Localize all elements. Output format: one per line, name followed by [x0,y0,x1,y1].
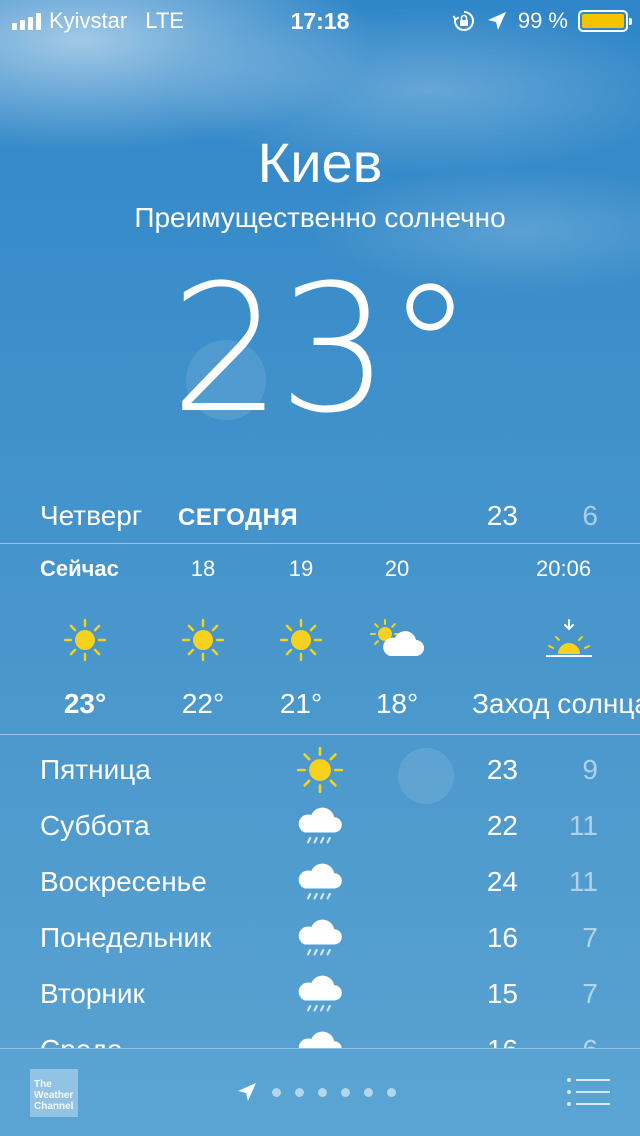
sun-icon [181,618,225,662]
daily-day-name: Понедельник [40,922,212,953]
hourly-item: 20 18° [342,548,452,720]
partly-cloudy-icon [370,619,424,656]
hourly-icon [472,610,632,670]
daily-day-name: Суббота [40,810,150,841]
daily-high: 15 [486,978,518,1009]
page-dot-icon[interactable] [272,1087,281,1097]
today-label: СЕГОДНЯ [178,504,299,531]
daily-low: 7 [582,922,598,953]
today-row: Четверг СЕГОДНЯ 23 6 [0,496,640,542]
sun-icon [63,618,107,662]
daily-low: 9 [582,754,598,785]
daily-icon [296,970,344,1018]
daily-low: 11 [568,866,598,897]
daily-row: Вторник 15 7 [0,966,640,1022]
hourly-time: 20:06 [536,556,592,581]
page-dot-icon[interactable] [364,1087,373,1097]
daily-forecast[interactable]: Пятница 23 9 Суббота 22 11 Воскресенье 24 11 Поне… [0,742,640,1048]
rain-cloud-icon [298,863,342,900]
daily-low: 6 [582,1034,598,1048]
daily-low: 11 [568,810,598,841]
current-temperature: 23° [170,247,474,452]
hourly-temp: 22° [181,688,225,719]
battery-icon [578,10,632,32]
page-dot-icon[interactable] [295,1087,304,1097]
page-dot-icon[interactable] [341,1087,350,1097]
today-day-name: Четверг [40,500,143,531]
daily-row: Среда 16 6 [0,1022,640,1048]
daily-row: Суббота 22 11 [0,798,640,854]
daily-day-name: Пятница [40,754,151,785]
hourly-time: 19 [288,556,314,581]
sunset-icon [546,619,592,657]
city-name: Киев [257,131,383,194]
daily-icon [296,858,344,906]
today-low: 6 [582,500,598,531]
daily-day-name: Среда [40,1034,123,1048]
daily-high: 16 [486,922,518,953]
divider [0,734,640,735]
daily-high: 22 [486,810,518,841]
daily-low: 7 [582,978,598,1009]
rain-cloud-icon [298,807,342,844]
divider [0,543,640,544]
daily-row: Понедельник 16 7 [0,910,640,966]
battery-percent: 99 % [517,8,568,33]
daily-row: Воскресенье 24 11 [0,854,640,910]
daily-day-name: Вторник [40,978,145,1009]
rotation-lock-icon [452,11,474,31]
hourly-icon [30,610,140,670]
daily-high: 24 [486,866,518,897]
hourly-time: Сейчас [40,556,119,581]
daily-row: Пятница 23 9 [0,742,640,798]
location-arrow-icon [238,1083,256,1101]
bottom-toolbar: The Weather Channel [0,1048,640,1136]
hourly-item: Сейчас 23° [30,548,140,720]
hourly-temp: 18° [375,688,419,719]
list-icon[interactable] [566,1077,610,1107]
daily-high: 16 [487,1034,518,1048]
hourly-icon [148,610,258,670]
daily-icon [296,1026,344,1048]
hourly-time: 20 [384,556,410,581]
rain-cloud-icon [298,975,342,1012]
hourly-icon [342,610,452,670]
hourly-forecast[interactable]: Сейчас 23° 18 22° 19 21° 20 18° 20:06 Заход солнц… [0,548,640,730]
today-high: 23 [486,500,518,531]
daily-icon [296,914,344,962]
sun-icon [279,618,323,662]
hourly-temp: 23° [63,688,107,719]
daily-day-name: Воскресенье [40,866,207,897]
hourly-item: 19 21° [246,548,356,720]
daily-high: 23 [486,754,518,785]
hourly-item-sunset: 20:06 Заход солнца [472,548,640,720]
hourly-item: 18 22° [148,548,258,720]
sun-icon [296,746,344,794]
page-dot-icon[interactable] [318,1087,327,1097]
hourly-time: 18 [190,556,216,581]
status-bar-right: 99 % [452,8,632,34]
rain-cloud-icon [298,919,342,956]
weather-channel-logo[interactable]: The Weather Channel [30,1069,78,1117]
location-arrow-icon [487,12,506,30]
page-dot-icon[interactable] [387,1087,396,1097]
battery-fill [582,14,624,28]
weather-condition: Преимущественно солнечно [134,202,506,233]
sunset-label: Заход солнца [472,688,640,719]
status-bar: Kyivstar LTE 17:18 99 % [0,0,640,40]
hourly-icon [246,610,356,670]
page-indicator[interactable] [236,1081,396,1103]
daily-icon [296,802,344,850]
hourly-temp: 21° [279,688,323,719]
rain-cloud-icon [298,1031,342,1048]
daily-icon [296,746,344,794]
